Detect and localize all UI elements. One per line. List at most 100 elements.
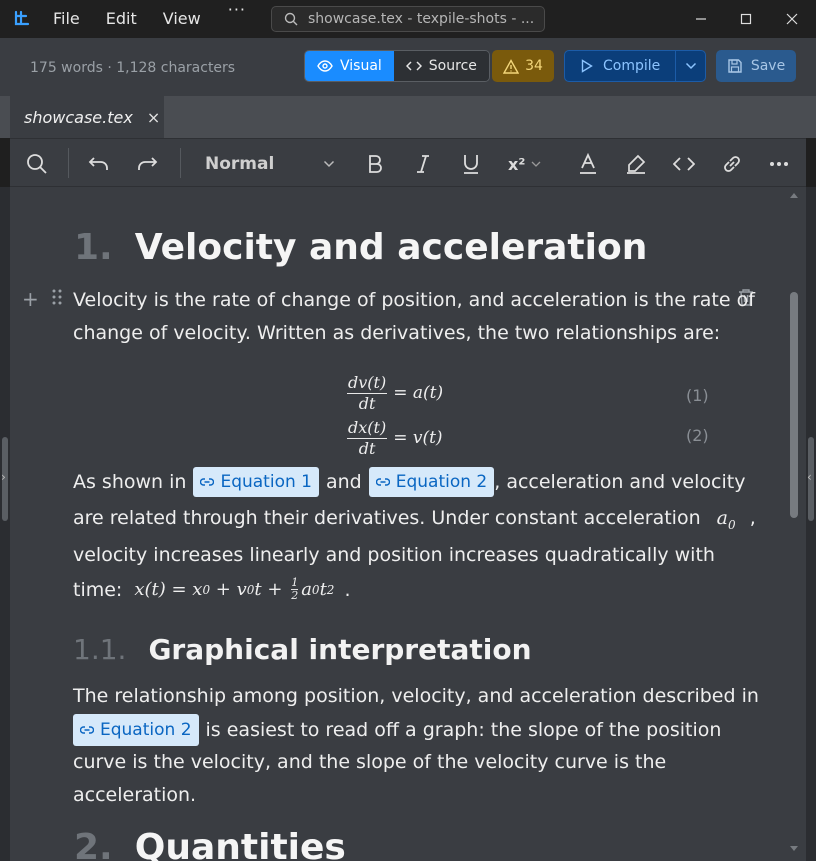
reference-label: Equation 2: [395, 472, 488, 492]
heading-number: 1.: [74, 227, 113, 268]
equation-2-fraction: dx(t) dt: [347, 418, 388, 458]
paragraph-1-line-2[interactable]: change of velocity. Written as derivativ…: [73, 322, 720, 344]
menu-bar: File Edit View ···: [40, 0, 260, 38]
document-editor[interactable]: 1. Velocity and acceleration + Velocity i…: [10, 187, 806, 861]
heading-section-1[interactable]: 1. Velocity and acceleration: [74, 227, 647, 268]
compile-options-button[interactable]: [675, 51, 705, 81]
tab-showcase-tex[interactable]: showcase.tex ×: [10, 96, 164, 138]
math-term: t +: [254, 579, 289, 600]
close-window-button[interactable]: [769, 0, 815, 38]
paragraph-2-line-4[interactable]: time: x(t) = x0 + v0 t + 1 2 a0t2 .: [73, 577, 350, 602]
chevron-down-icon: [531, 161, 541, 167]
heading-number: 1.1.: [73, 633, 127, 666]
paragraph-3-line-2[interactable]: Equation 2 is easiest to read off a grap…: [73, 714, 721, 746]
maximize-button[interactable]: [723, 0, 769, 38]
source-mode-button[interactable]: Source: [393, 51, 489, 81]
inline-code-button[interactable]: [671, 151, 697, 177]
undo-icon: [88, 157, 108, 170]
chevron-left-icon[interactable]: ‹: [807, 470, 812, 484]
right-panel-rail: ‹: [806, 187, 816, 861]
link-button[interactable]: [719, 151, 745, 177]
paragraph-3-line-4[interactable]: acceleration.: [73, 784, 196, 806]
tab-close-button[interactable]: ×: [147, 108, 160, 127]
highlight-button[interactable]: [623, 151, 649, 177]
paragraph-2-line-1[interactable]: As shown in Equation 1 and Equation 2 , …: [73, 467, 745, 497]
equation-2-reference[interactable]: Equation 2: [368, 467, 495, 497]
minimize-icon: [696, 18, 706, 20]
paragraph-1-line-1[interactable]: Velocity is the rate of change of positi…: [73, 289, 755, 311]
equation-1[interactable]: dv(t) dt = a(t): [347, 371, 443, 415]
menu-file[interactable]: File: [40, 0, 93, 38]
paragraph-text: , acceleration and velocity: [494, 471, 746, 493]
equation-2-number: (2): [686, 426, 709, 445]
tab-label: showcase.tex: [24, 107, 133, 127]
bold-button[interactable]: [362, 151, 388, 177]
menu-edit[interactable]: Edit: [93, 0, 150, 38]
math-term: x(t) = x: [134, 579, 203, 600]
text-color-icon: [580, 153, 596, 174]
paragraph-text: is easiest to read off a graph: the slop…: [205, 719, 722, 741]
visual-mode-button[interactable]: Visual: [305, 51, 394, 81]
superscript-button[interactable]: x²: [508, 151, 550, 177]
heading-title: Velocity and acceleration: [134, 227, 648, 268]
paragraph-3-line-1[interactable]: The relationship among position, velocit…: [73, 685, 759, 707]
add-block-button[interactable]: +: [22, 287, 39, 311]
equation-2-reference[interactable]: Equation 2: [73, 714, 199, 746]
redo-button[interactable]: [134, 151, 160, 177]
close-icon: [786, 13, 798, 25]
equation-1-number: (1): [686, 386, 709, 405]
highlighter-icon: [627, 154, 646, 174]
paragraph-2-line-3[interactable]: velocity increases linearly and position…: [73, 544, 715, 566]
paragraph-text: and: [325, 471, 362, 493]
paragraph-text: ,: [749, 507, 756, 529]
drag-handle-icon[interactable]: [52, 289, 62, 309]
compile-button[interactable]: Compile: [565, 51, 675, 81]
underline-icon: [464, 155, 478, 174]
equation-2-rhs: = v(t): [393, 428, 443, 448]
equation-1-numerator: dv(t): [347, 373, 388, 394]
redo-icon: [138, 157, 158, 170]
code-icon: [673, 157, 695, 171]
superscript-label: x²: [508, 154, 526, 174]
paragraph-3-line-3[interactable]: curve is the velocity, and the slope of …: [73, 751, 666, 773]
paragraph-2-line-2[interactable]: are related through their derivatives. U…: [73, 507, 756, 532]
editor-scrollbar[interactable]: [789, 187, 799, 861]
equation-2-denominator: dt: [358, 439, 376, 458]
heading-section-1-1[interactable]: 1.1. Graphical interpretation: [73, 633, 532, 666]
chevron-right-icon[interactable]: ›: [1, 470, 6, 484]
math-subscript: 0: [202, 582, 211, 597]
paragraph-style-select[interactable]: Normal: [205, 151, 335, 177]
italic-button[interactable]: [410, 151, 436, 177]
heading-section-2[interactable]: 2. Quantities: [74, 827, 346, 861]
view-mode-toggle: Visual Source: [304, 50, 490, 82]
find-button[interactable]: [24, 151, 50, 177]
search-icon: [27, 154, 47, 174]
underline-button[interactable]: [458, 151, 484, 177]
scrollbar-thumb[interactable]: [790, 292, 798, 518]
scroll-down-icon[interactable]: [789, 845, 799, 853]
save-label: Save: [750, 58, 786, 74]
equation-2[interactable]: dx(t) dt = v(t): [347, 416, 443, 460]
undo-button[interactable]: [86, 151, 112, 177]
menu-view[interactable]: View: [150, 0, 214, 38]
save-button[interactable]: Save: [716, 50, 796, 82]
link-icon: [200, 478, 215, 486]
equation-2-numerator: dx(t): [347, 418, 388, 439]
scroll-up-icon[interactable]: [789, 191, 799, 199]
more-options-button[interactable]: [766, 151, 792, 177]
eye-icon: [317, 60, 333, 72]
equation-1-reference[interactable]: Equation 1: [193, 467, 319, 497]
title-search-box[interactable]: showcase.tex - texpile-shots - ...: [271, 6, 545, 32]
paragraph-text: time:: [73, 578, 123, 601]
minimize-button[interactable]: [678, 0, 724, 38]
math-term: + v: [210, 579, 247, 600]
reference-label: Equation 1: [220, 472, 312, 492]
fraction-denominator: 2: [291, 589, 299, 602]
reference-label: Equation 2: [100, 720, 192, 740]
text-color-button[interactable]: [575, 151, 601, 177]
menu-more-button[interactable]: ···: [214, 0, 260, 38]
maximize-icon: [740, 13, 752, 25]
paragraph-text: As shown in: [73, 471, 187, 493]
source-mode-label: Source: [428, 58, 477, 74]
warnings-button[interactable]: 34: [492, 50, 554, 82]
